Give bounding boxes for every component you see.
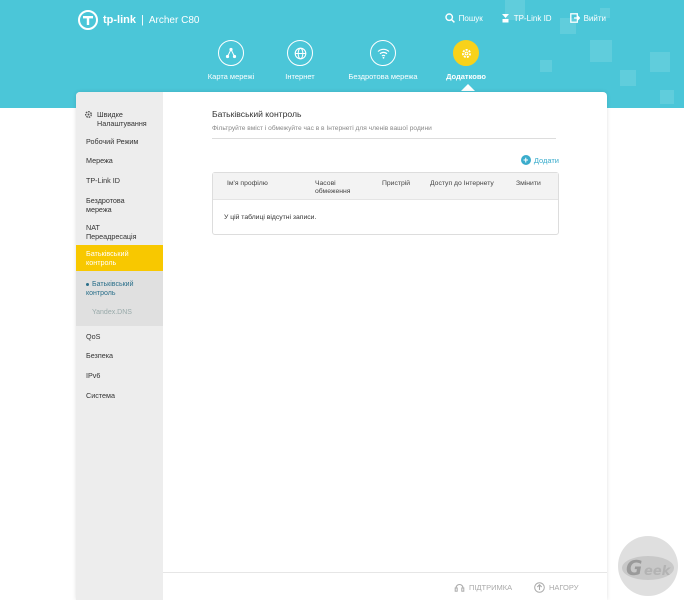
sidebar-item-security[interactable]: Безпека: [76, 351, 163, 360]
page-description: Фільтруйте вміст і обмежуйте час в в Інт…: [212, 125, 556, 139]
search-link-label: Пошук: [458, 13, 483, 23]
logout-label: Вийти: [583, 13, 606, 23]
sidebar-item-wireless[interactable]: Бездротова мережа: [76, 196, 146, 214]
nav-active-caret: [461, 84, 475, 91]
table-header: Ім'я профілю Часові обмеження Пристрій Д…: [213, 173, 558, 200]
empty-table-message: У цій таблиці відсутні записи.: [224, 214, 317, 221]
nav-advanced[interactable]: Додатково: [426, 40, 506, 81]
sidebar-subitem-parental-control[interactable]: Батьківський контроль: [86, 280, 156, 298]
sidebar-subitem-label: Батьківський контроль: [86, 281, 134, 297]
brand-logo: tp-link | Archer C80: [78, 10, 199, 30]
profiles-table: Ім'я профілю Часові обмеження Пристрій Д…: [212, 172, 559, 235]
plus-icon: +: [520, 155, 531, 165]
nav-wireless-label: Бездротова мережа: [348, 72, 418, 81]
sidebar-item-label: Швидке Налаштування: [97, 110, 147, 128]
sidebar-submenu: Батьківський контроль Yandex.DNS: [76, 271, 163, 326]
tplink-id-icon: [501, 14, 509, 23]
column-header-device: Пристрій: [382, 180, 411, 187]
main-content: Батьківський контроль Фільтруйте вміст і…: [163, 92, 607, 600]
brand-separator: |: [141, 14, 144, 26]
sidebar-item-system[interactable]: Система: [76, 391, 163, 400]
gear-icon: [84, 110, 93, 121]
nav-internet-label: Інтернет: [285, 72, 315, 81]
nav-network-map[interactable]: Карта мережі: [191, 40, 271, 81]
sidebar-item-parental-control[interactable]: Батьківський контроль: [76, 245, 163, 271]
column-header-profile: Ім'я профілю: [227, 180, 268, 187]
sidebar-subitem-yandex-dns[interactable]: Yandex.DNS: [92, 308, 132, 317]
column-header-time-limits: Часові обмеження: [315, 180, 351, 195]
column-header-internet-access: Доступ до Інтернету: [430, 180, 494, 187]
arrow-up-icon: [534, 582, 545, 593]
back-to-top-link[interactable]: НАГОРУ: [534, 582, 579, 593]
add-button-label: Додати: [533, 155, 559, 165]
wifi-icon: [370, 40, 396, 66]
svg-text:G: G: [626, 556, 642, 580]
sidebar-item-tplink-id[interactable]: TP-Link ID: [76, 176, 163, 185]
sidebar-item-network[interactable]: Мережа: [76, 156, 163, 165]
sidebar-item-nat[interactable]: NAT Переадресація: [76, 223, 146, 241]
sidebar-item-operation-mode[interactable]: Робочий Режим: [76, 137, 163, 146]
sidebar-item-qos[interactable]: QoS: [76, 332, 163, 341]
footer-bar: ПІДТРИМКА НАГОРУ: [163, 572, 607, 600]
brand-name: tp-link: [103, 14, 136, 26]
network-map-icon: [218, 40, 244, 66]
sidebar-item-quick-setup[interactable]: Швидке Налаштування: [76, 110, 163, 128]
sidebar-item-ipv6[interactable]: IPv6: [76, 371, 163, 380]
back-to-top-label: НАГОРУ: [549, 583, 579, 592]
logout-icon: [569, 13, 580, 23]
search-link[interactable]: Пошук: [444, 13, 483, 23]
nav-wireless[interactable]: Бездротова мережа: [343, 40, 423, 81]
top-links: Пошук TP-Link ID Вийти: [444, 13, 606, 23]
tplink-id-link[interactable]: TP-Link ID: [501, 13, 552, 23]
model-name: Archer C80: [148, 14, 200, 26]
svg-text:eek: eek: [644, 564, 672, 579]
nav-advanced-label: Додатково: [446, 72, 486, 81]
support-label: ПІДТРИМКА: [469, 583, 513, 592]
settings-panel: Швидке Налаштування Робочий Режим Мережа…: [76, 92, 607, 600]
current-dot: [86, 282, 89, 286]
search-icon: [444, 13, 455, 23]
column-header-edit: Змінити: [516, 180, 541, 187]
logout-link[interactable]: Вийти: [569, 13, 606, 23]
page-title: Батьківський контроль: [212, 109, 302, 119]
tplink-logo-icon: [78, 10, 98, 30]
globe-icon: [287, 40, 313, 66]
sidebar: Швидке Налаштування Робочий Режим Мережа…: [76, 92, 163, 600]
gear-icon: [453, 40, 479, 66]
watermark-logo: G eek: [608, 526, 684, 600]
headset-icon: [454, 583, 465, 592]
nav-network-map-label: Карта мережі: [207, 72, 255, 81]
support-link[interactable]: ПІДТРИМКА: [454, 582, 512, 593]
nav-internet[interactable]: Інтернет: [260, 40, 340, 81]
tplink-id-label: TP-Link ID: [513, 13, 552, 23]
add-button[interactable]: + Додати: [520, 155, 559, 165]
